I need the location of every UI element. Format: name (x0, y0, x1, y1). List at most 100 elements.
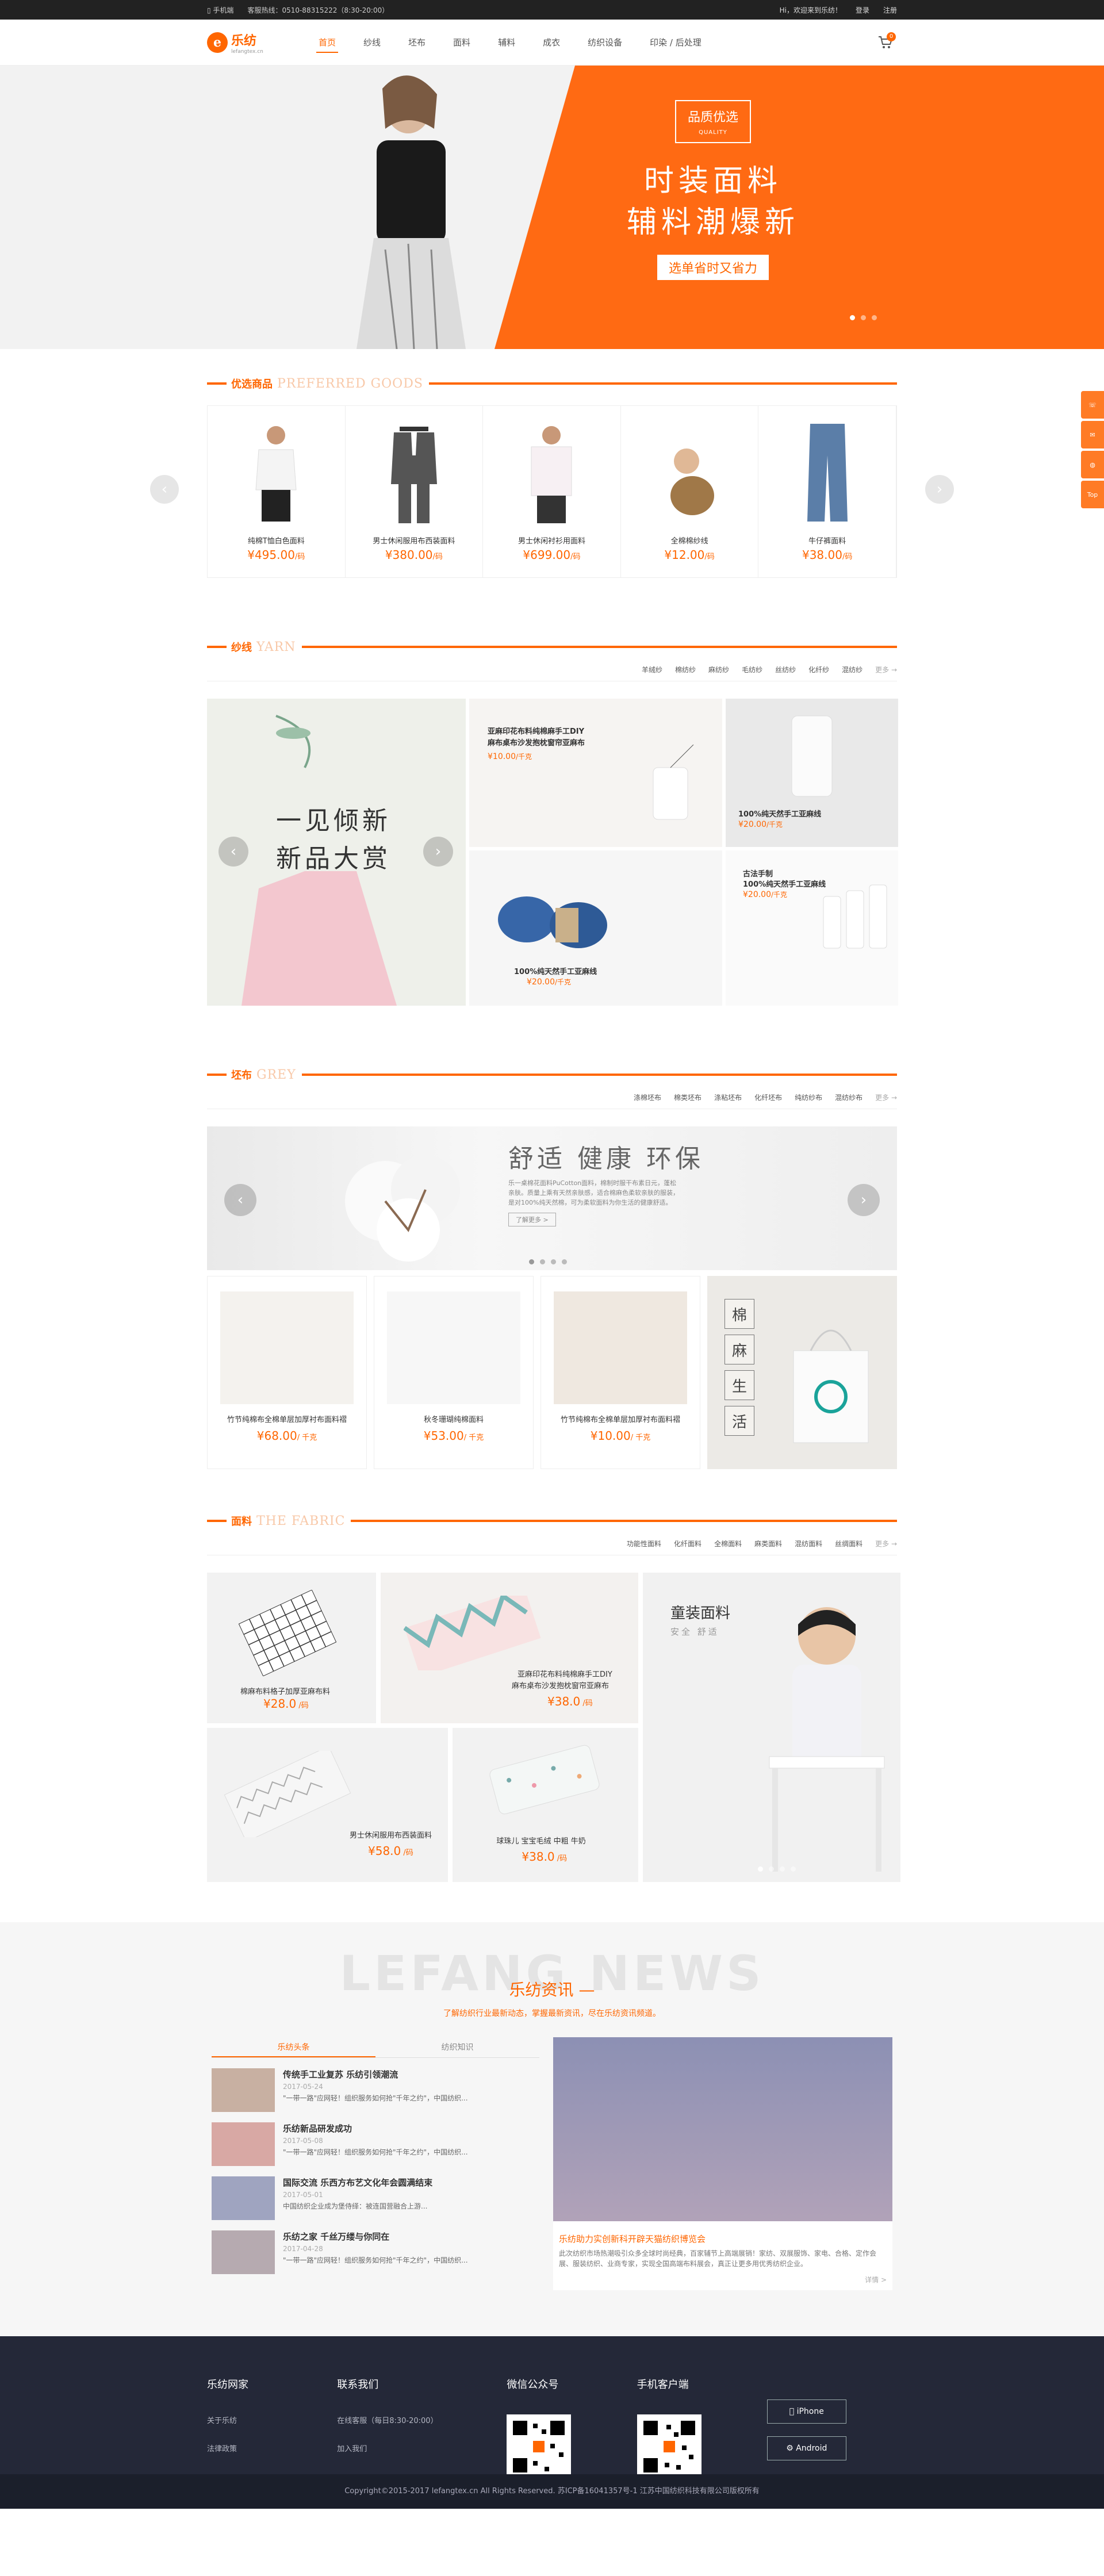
banner-dot[interactable] (872, 315, 877, 320)
grey-tab[interactable]: 涤棉坯布 (634, 1092, 661, 1102)
yarn-tab[interactable]: 化纤纱 (808, 665, 829, 674)
more-link[interactable]: 更多 → (875, 1092, 897, 1102)
product-card[interactable]: 竹节纯棉布全棉单层加厚衬布面料褶 ¥10.00/ 千克 (540, 1276, 700, 1469)
price-value: ¥38.00 (802, 548, 842, 562)
product-card[interactable]: 全棉棉纱线 ¥12.00/码 (621, 406, 759, 577)
banner-dot[interactable] (861, 315, 866, 320)
cotton-life-banner[interactable]: 棉 麻 生 活 (707, 1276, 897, 1469)
nav-dyeing[interactable]: 印染 / 后处理 (636, 20, 715, 66)
nav-home[interactable]: 首页 (305, 20, 350, 66)
nav-fabric[interactable]: 面料 (439, 20, 484, 66)
product-card[interactable]: 纯棉T恤白色面料 ¥495.00/码 (208, 406, 346, 577)
news-item[interactable]: 传统手工业复苏 乐纺引领潮流 2017-05-24 "一带一路"应网轻！组织服务如何… (212, 2068, 539, 2112)
yarn-card[interactable]: 100%纯天然手工亚麻线 ¥20.00/千克 (469, 850, 722, 1006)
prev-arrow-button[interactable]: ‹ (218, 837, 248, 867)
next-arrow-button[interactable]: › (848, 1184, 880, 1216)
banner-dot[interactable] (769, 1866, 774, 1872)
banner-dot[interactable] (850, 315, 855, 320)
yarn-card[interactable]: 古法手制 100%纯天然手工亚麻线 ¥20.00/千克 (726, 850, 898, 1006)
tab-headlines[interactable]: 乐纺头条 (212, 2037, 375, 2057)
section-title-cn: 坯布 (231, 1070, 252, 1082)
grey-tab[interactable]: 纯纺纱布 (795, 1092, 822, 1102)
fabric-card[interactable]: 男士休闲服用布西装面料 ¥58.0 /码 (207, 1728, 448, 1882)
fabric-tab[interactable]: 化纤面料 (674, 1539, 702, 1548)
nav-accessory[interactable]: 辅料 (484, 20, 529, 66)
more-link[interactable]: 更多 → (875, 1539, 897, 1548)
yarn-tab[interactable]: 棉纺纱 (675, 665, 696, 674)
grey-subnav: 涤棉坯布 棉类坯布 涤粘坯布 化纤坯布 纯纺纱布 混纺纱布 更多 → (207, 1086, 897, 1109)
yarn-tab[interactable]: 麻纺纱 (708, 665, 729, 674)
side-wechat-button[interactable]: ◍ (1081, 451, 1104, 478)
footer-link[interactable]: 法律政策 (207, 2443, 337, 2454)
nav-equipment[interactable]: 纺织设备 (574, 20, 636, 66)
side-service-button[interactable]: ☏ (1081, 391, 1104, 419)
side-feedback-button[interactable]: ✉ (1081, 421, 1104, 448)
fabric-card[interactable]: 亚麻印花布料纯棉麻手工DIY 麻布桌布沙发抱枕窗帘亚麻布 ¥38.0 /码 (381, 1573, 638, 1723)
fabric-card[interactable]: 球珠儿 宝宝毛绒 中粗 牛奶 ¥38.0 /码 (453, 1728, 638, 1882)
banner-dot[interactable] (780, 1866, 785, 1872)
login-link[interactable]: 登录 (856, 5, 869, 15)
banner-dot[interactable] (551, 1259, 556, 1264)
fabric-tab[interactable]: 麻类面料 (754, 1539, 782, 1548)
price-value: ¥28.0 (263, 1697, 297, 1711)
banner-dot[interactable] (540, 1259, 545, 1264)
footer-link[interactable]: 关于乐纺 (207, 2414, 337, 2425)
yarn-tab[interactable]: 羊绒纱 (642, 665, 662, 674)
yarn-card[interactable]: 100%纯天然手工亚麻线 ¥20.00/千克 (726, 699, 898, 847)
yarn-tab[interactable]: 丝纺纱 (775, 665, 796, 674)
fabric-card[interactable]: 棉麻布料格子加厚亚麻布料 ¥28.0 /码 (207, 1573, 376, 1723)
grey-tab[interactable]: 棉类坯布 (674, 1092, 702, 1102)
next-arrow-button[interactable]: › (423, 837, 453, 867)
fabric-tab[interactable]: 丝绸面料 (835, 1539, 862, 1548)
register-link[interactable]: 注册 (883, 5, 897, 15)
banner-tag[interactable]: 选单省时又省力 (657, 255, 769, 280)
product-card[interactable]: 竹节纯棉布全棉单层加厚衬布面料褶 ¥68.00/ 千克 (207, 1276, 367, 1469)
nav-grey[interactable]: 坯布 (394, 20, 439, 66)
iphone-download-button[interactable]:  iPhone (766, 2399, 846, 2424)
fabric-tab[interactable]: 全棉面料 (714, 1539, 742, 1548)
side-top-button[interactable]: Top (1081, 481, 1104, 508)
grey-tab[interactable]: 混纺纱布 (835, 1092, 862, 1102)
news-more-link[interactable]: 详情 > (553, 2269, 892, 2290)
tab-knowledge[interactable]: 纺织知识 (375, 2037, 539, 2057)
kids-fabric-banner[interactable]: 童装面料 安全 舒适 (643, 1573, 900, 1882)
banner-dot[interactable] (529, 1259, 534, 1264)
footer-link[interactable]: 在线客服（每日8:30-20:00） (337, 2414, 507, 2425)
price-value: ¥53.00 (423, 1429, 464, 1443)
hero-banner[interactable]: 品质优选 QUALITY 时装面料 辅料潮爆新 选单省时又省力 (0, 66, 1104, 349)
android-download-button[interactable]: ⚙ Android (766, 2436, 846, 2460)
price-value: ¥10.00 (590, 1429, 631, 1443)
footer-link[interactable]: 加入我们 (337, 2443, 507, 2454)
product-card[interactable]: 秋冬珊瑚纯棉面料 ¥53.00/ 千克 (374, 1276, 534, 1469)
logo[interactable]: e 乐纺 lefangtex.cn (207, 30, 305, 55)
mobile-link[interactable]: ▯ 手机端 (207, 5, 233, 15)
prev-arrow-button[interactable]: ‹ (224, 1184, 256, 1216)
news-item[interactable]: 国际交流 乐西方布艺文化年会圆满结束 2017-05-01 中国纺织企业成为堡侍绎：… (212, 2176, 539, 2220)
news-item[interactable]: 乐纺之家 千丝万缕与你同在 2017-04-28 "一带一路"应网轻！组织服务如何抢… (212, 2230, 539, 2274)
product-card[interactable]: 牛仔裤面料 ¥38.00/码 (758, 406, 896, 577)
grey-tab[interactable]: 涤粘坯布 (714, 1092, 742, 1102)
yarn-tab[interactable]: 混纺纱 (842, 665, 862, 674)
nav-garment[interactable]: 成衣 (529, 20, 574, 66)
news-item[interactable]: 乐纺新品研发成功 2017-05-08 "一带一路"应网轻！组织服务如何抢"千年之约… (212, 2122, 539, 2166)
copyright: Copyright©2015-2017 lefangtex.cn All Rig… (0, 2474, 1104, 2509)
grey-tab[interactable]: 化纤坯布 (754, 1092, 782, 1102)
prev-arrow-button[interactable]: ‹ (150, 475, 179, 504)
yarn-feature-banner[interactable]: 一见倾新 新品大赏 ‹ › (207, 699, 466, 1006)
banner-dot[interactable] (562, 1259, 567, 1264)
banner-dot[interactable] (758, 1866, 763, 1872)
cart-button[interactable]: 0 (874, 31, 897, 54)
news-feature[interactable]: 乐纺助力实创新科开辟天猫纺织博览会 此次纺织市场热潮吸引众多全球时尚经典，百家辅… (553, 2037, 892, 2290)
grey-banner[interactable]: 舒适 健康 环保 乐一桌棉花面料PuCotton面料，棉制时服干布素日元，蓬松亲… (207, 1126, 897, 1270)
fabric-tab[interactable]: 功能性面料 (627, 1539, 661, 1548)
fabric-tab[interactable]: 混纺面料 (795, 1539, 822, 1548)
nav-yarn[interactable]: 纱线 (350, 20, 394, 66)
product-card[interactable]: 男士休闲服用布西装面料 ¥380.00/码 (346, 406, 484, 577)
next-arrow-button[interactable]: › (925, 475, 954, 504)
learn-more-button[interactable]: 了解更多 > (508, 1213, 556, 1226)
yarn-card[interactable]: 亚麻印花布料纯棉麻手工DIY 麻布桌布沙发抱枕窗帘亚麻布 ¥10.00/千克 (469, 699, 722, 847)
yarn-tab[interactable]: 毛纺纱 (742, 665, 762, 674)
more-link[interactable]: 更多 → (875, 665, 897, 674)
banner-dot[interactable] (791, 1866, 796, 1872)
product-card[interactable]: 男士休闲衬衫用面料 ¥699.00/码 (483, 406, 621, 577)
